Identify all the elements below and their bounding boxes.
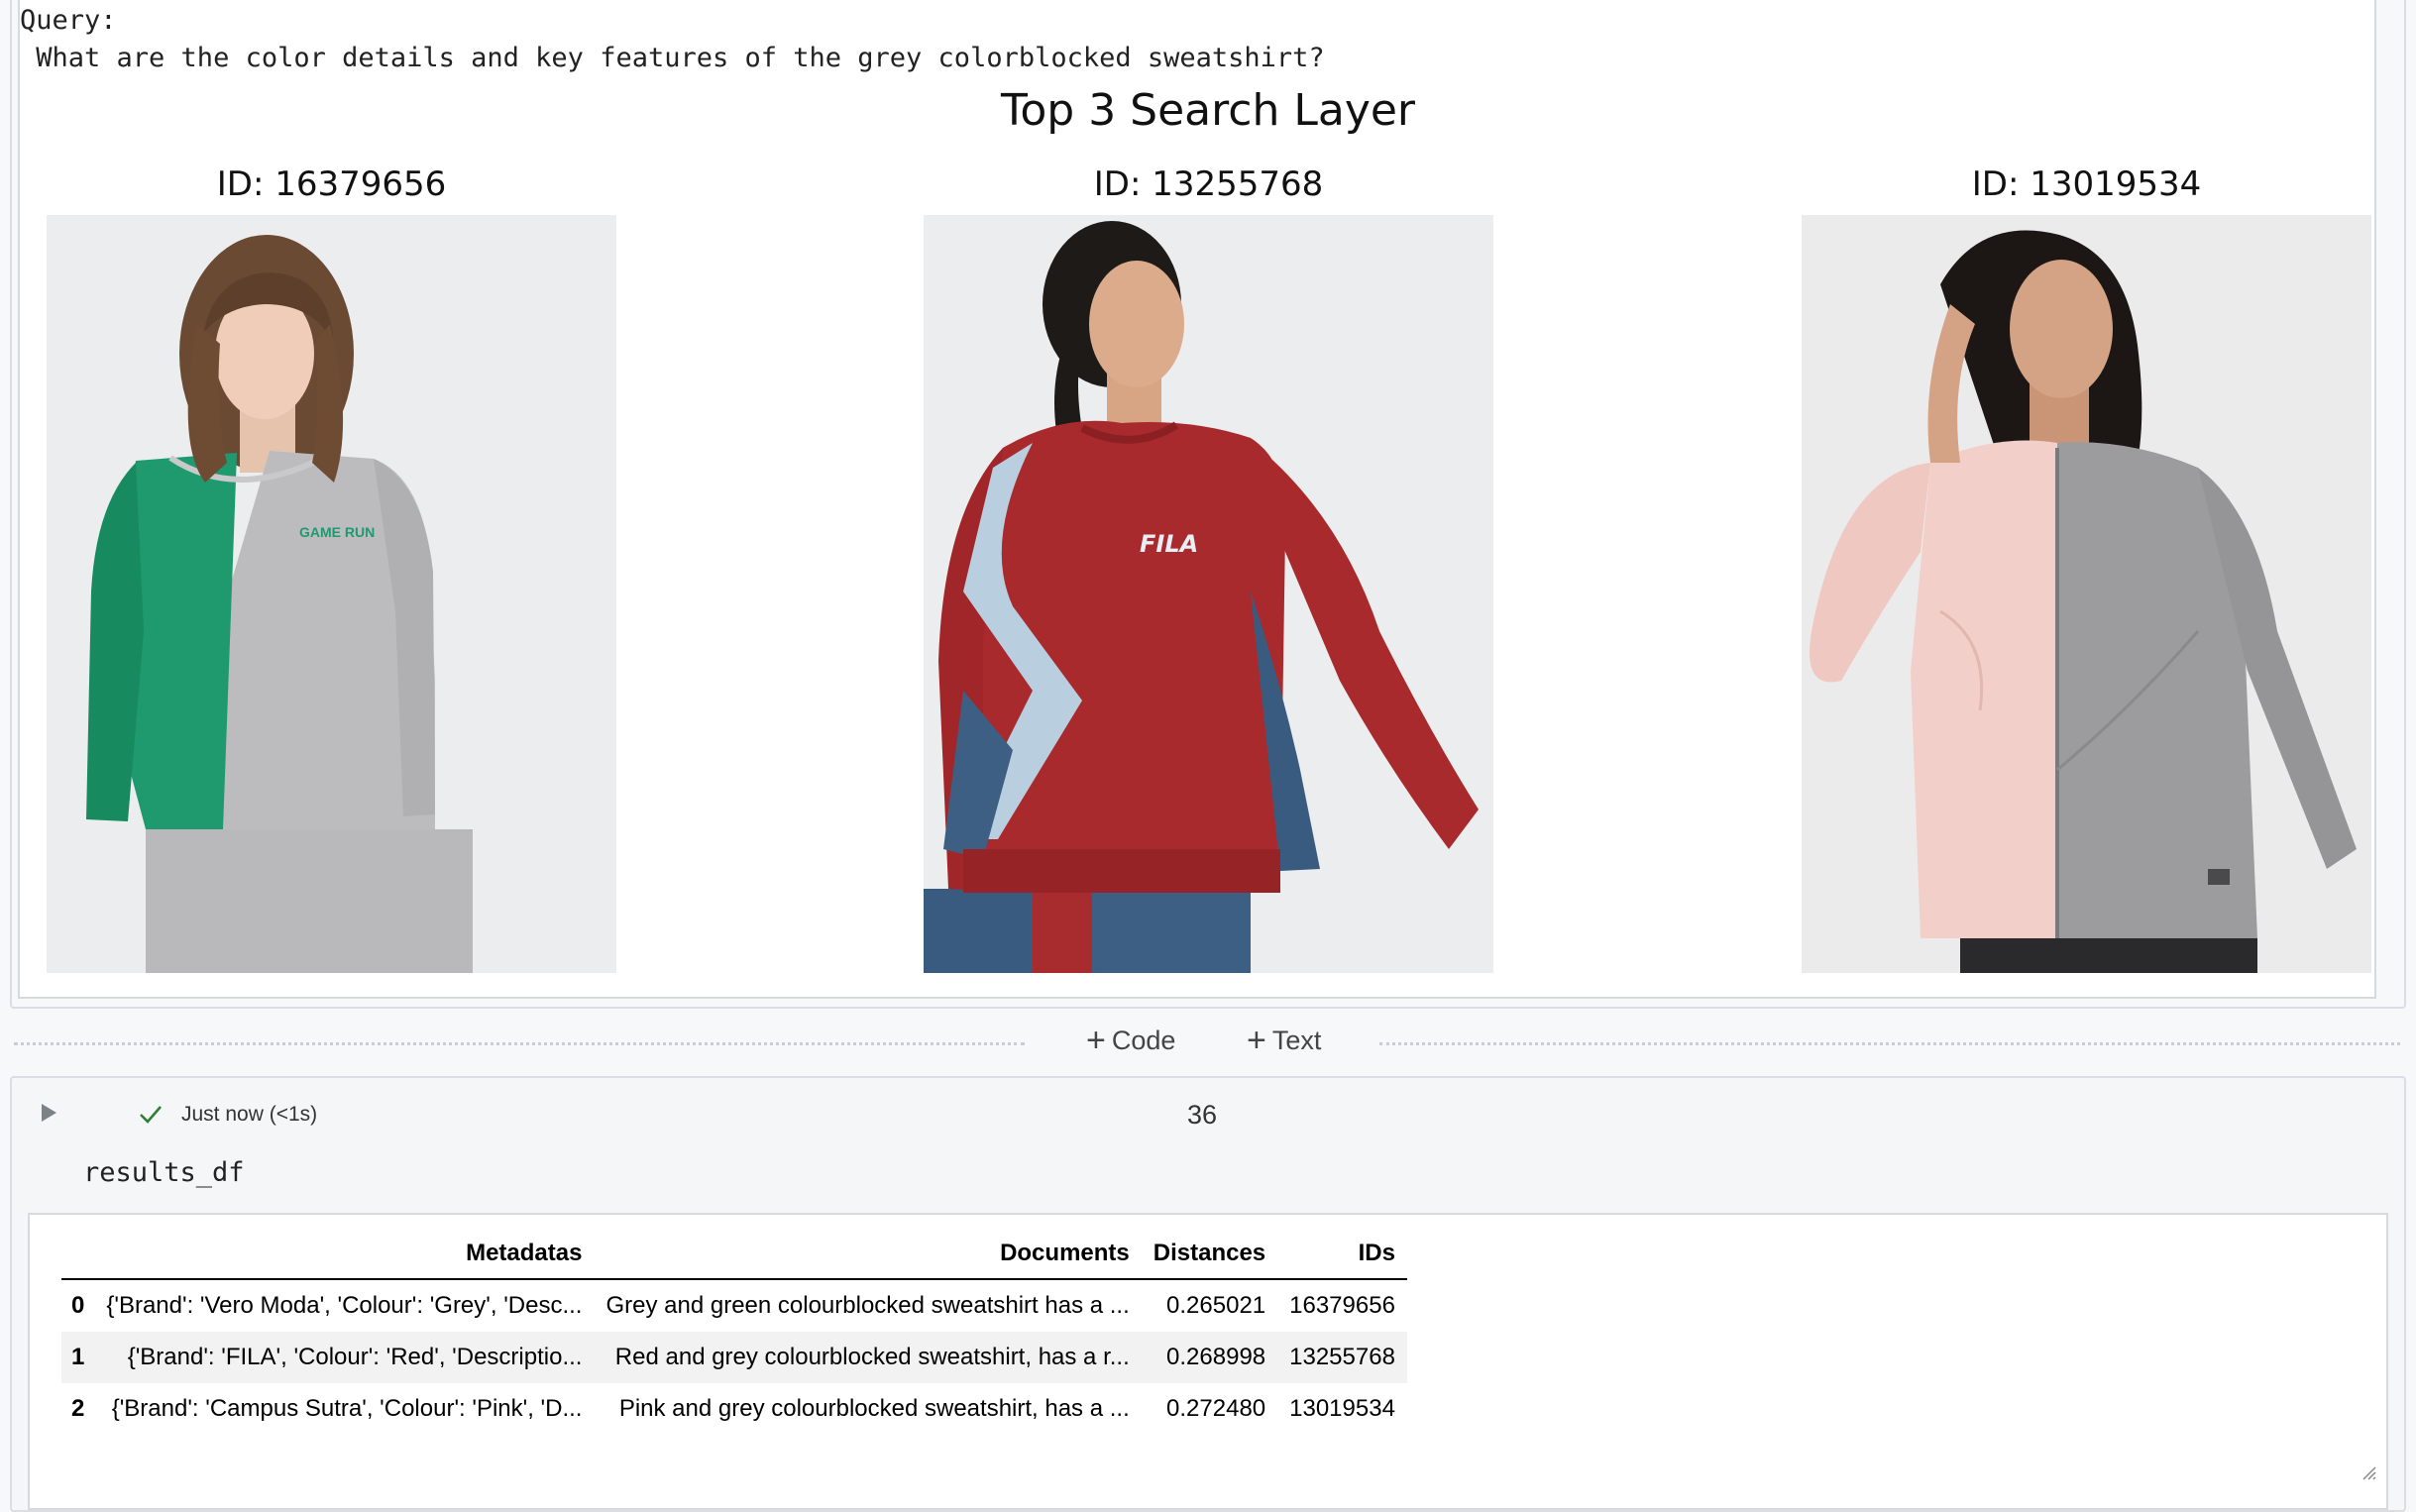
check-icon [140, 1106, 162, 1124]
add-text-button[interactable]: + Text [1247, 1024, 1321, 1057]
svg-text:FILA: FILA [1140, 530, 1198, 558]
product-image-1: GAME RUN [47, 215, 616, 973]
table-header-row: Metadatas Documents Distances IDs [61, 1229, 1407, 1280]
cell-metadatas: {'Brand': 'Vero Moda', 'Colour': 'Grey',… [106, 1292, 583, 1319]
row-index: 0 [71, 1292, 85, 1319]
results-table: Metadatas Documents Distances IDs 0 {'Br… [61, 1229, 1407, 1435]
code-editor[interactable]: results_df [83, 1157, 245, 1188]
cell-metadatas: {'Brand': 'FILA', 'Colour': 'Red', 'Desc… [94, 1332, 595, 1383]
divider-right [1379, 1042, 2400, 1045]
plus-icon: + [1086, 1022, 1106, 1059]
add-text-label: Text [1271, 1025, 1322, 1055]
plus-icon: + [1247, 1022, 1266, 1059]
query-label: Query: [20, 5, 117, 36]
column-header-distances: Distances [1141, 1229, 1278, 1280]
product-image-3 [1802, 215, 2371, 973]
image-title-2: ID: 13255768 [1093, 164, 1324, 204]
column-header-index [61, 1229, 95, 1280]
row-index: 1 [61, 1332, 95, 1383]
query-output: Query: What are the color details and ke… [20, 2, 1325, 77]
cell-ids: 16379656 [1289, 1292, 1395, 1319]
cell-ids: 13019534 [1289, 1395, 1395, 1422]
svg-text:GAME RUN: GAME RUN [299, 524, 375, 540]
add-code-button[interactable]: + Code [1086, 1024, 1175, 1057]
plot-title: Top 3 Search Layer [1000, 85, 1416, 136]
column-header-documents: Documents [594, 1229, 1142, 1280]
column-header-ids: IDs [1277, 1229, 1407, 1280]
run-cell-icon[interactable] [42, 1104, 56, 1122]
image-title-1: ID: 16379656 [216, 164, 447, 204]
cell-documents: Pink and grey colourblocked sweatshirt, … [618, 1395, 1130, 1422]
product-image-2: FILA [924, 215, 1493, 973]
divider-left [14, 1042, 1025, 1045]
table-row: 0 {'Brand': 'Vero Moda', 'Colour': 'Grey… [61, 1279, 1407, 1332]
query-text: What are the color details and key featu… [20, 43, 1325, 73]
table-row: 2 {'Brand': 'Campus Sutra', 'Colour': 'P… [61, 1383, 1407, 1435]
cell-ids: 13255768 [1277, 1332, 1407, 1383]
image-title-3: ID: 13019534 [1971, 164, 2202, 204]
table-row: 1 {'Brand': 'FILA', 'Colour': 'Red', 'De… [61, 1332, 1407, 1383]
cell-metadatas: {'Brand': 'Campus Sutra', 'Colour': 'Pin… [111, 1395, 583, 1422]
cell-distances: 0.268998 [1141, 1332, 1278, 1383]
execution-status: Just now (<1s) [181, 1103, 318, 1126]
cell-documents: Red and grey colourblocked sweatshirt, h… [594, 1332, 1142, 1383]
cell-distances: 0.272480 [1166, 1395, 1266, 1422]
add-code-label: Code [1111, 1025, 1176, 1055]
execution-count: 36 [1187, 1100, 1218, 1130]
row-index: 2 [71, 1395, 85, 1422]
cell-documents: Grey and green colourblocked sweatshirt … [605, 1292, 1130, 1319]
column-header-metadatas: Metadatas [94, 1229, 595, 1280]
resize-handle-icon[interactable] [2361, 1464, 2376, 1480]
cell-distances: 0.265021 [1166, 1292, 1266, 1319]
